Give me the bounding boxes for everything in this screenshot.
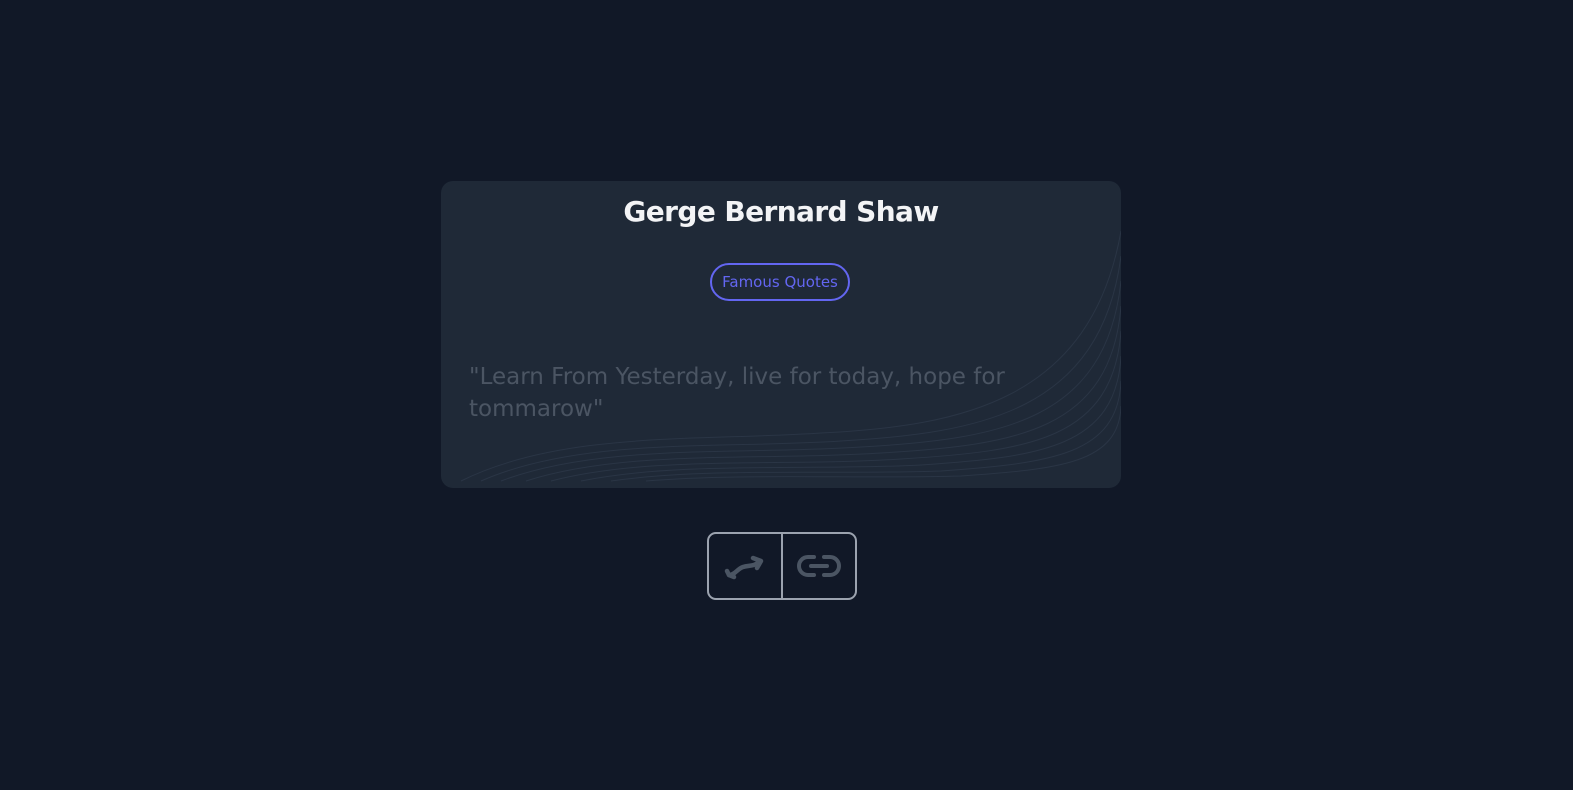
quote-card: Gerge Bernard Shaw Famous Quotes "Learn … xyxy=(441,181,1121,488)
category-tag[interactable]: Famous Quotes xyxy=(710,263,850,301)
copy-link-button[interactable] xyxy=(783,534,855,598)
quote-text: "Learn From Yesterday, live for today, h… xyxy=(469,364,1005,422)
quote-controls xyxy=(707,532,857,600)
link-icon xyxy=(797,555,841,577)
shuffle-arrows-icon xyxy=(724,555,764,580)
author-name: Gerge Bernard Shaw xyxy=(623,195,939,228)
random-quote-button[interactable] xyxy=(709,534,781,598)
